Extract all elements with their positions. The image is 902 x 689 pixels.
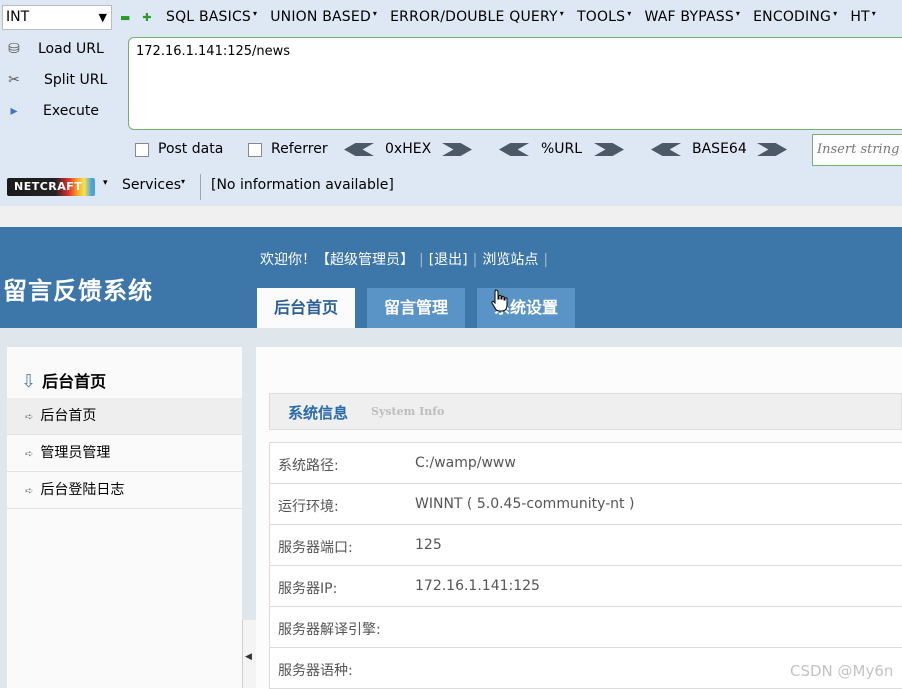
system-info-subtitle: System Info bbox=[371, 405, 445, 418]
row-label: 系统路径: bbox=[278, 458, 339, 474]
sidebar-item-admin-management[interactable]: ➪ 管理员管理 bbox=[7, 435, 242, 472]
collapse-left-icon: ◀ bbox=[245, 652, 252, 662]
sidebar-heading: ⇩ 后台首页 bbox=[21, 368, 106, 392]
link-divider: | bbox=[472, 252, 478, 268]
arrow-down-icon: ⇩ bbox=[21, 371, 37, 392]
row-label: 服务器语种: bbox=[278, 663, 353, 679]
netcraft-dropdown-icon[interactable]: ▾ bbox=[103, 178, 108, 188]
row-label: 服务器端口: bbox=[278, 540, 353, 556]
base64-encode-arrow-icon[interactable] bbox=[757, 143, 787, 156]
row-value: 172.16.1.141:125 bbox=[415, 578, 540, 594]
row-label: 运行环境: bbox=[278, 499, 339, 515]
sidebar-item-login-log[interactable]: ➪ 后台登陆日志 bbox=[7, 472, 242, 509]
row-label: 服务器IP: bbox=[278, 581, 338, 597]
hackbar-options-row: Post data Referrer 0xHEX %URL BASE64 bbox=[0, 138, 902, 164]
type-select-value: INT bbox=[6, 9, 30, 25]
admin-header: 留言反馈系统 欢迎你！【超级管理员】 | [退出] | 浏览站点 | 后台首页 留言管理 … bbox=[0, 227, 902, 328]
url-decode-arrow-icon[interactable] bbox=[499, 143, 529, 156]
sidebar-item-label: 后台登陆日志 bbox=[40, 482, 125, 498]
insert-string-placeholder: Insert string bbox=[817, 142, 900, 157]
netcraft-site-info: [No information available] bbox=[211, 177, 394, 193]
base64-label: BASE64 bbox=[692, 141, 747, 157]
menu-error-double-query[interactable]: ERROR/DOUBLE QUERY bbox=[390, 9, 564, 25]
sidebar-item-label: 管理员管理 bbox=[40, 445, 111, 461]
referrer-label: Referrer bbox=[271, 141, 328, 157]
netcraft-logo[interactable]: NETCRAFT bbox=[7, 178, 95, 196]
browse-site-link[interactable]: 浏览站点 bbox=[482, 249, 538, 269]
netcraft-services-menu[interactable]: Services▾ bbox=[122, 177, 185, 193]
table-row: 服务器端口: 125 bbox=[269, 525, 902, 566]
logout-link[interactable]: [退出] bbox=[429, 249, 468, 269]
link-divider: | bbox=[419, 252, 424, 268]
insert-string-input[interactable]: Insert string bbox=[812, 134, 902, 166]
tab-admin-home[interactable]: 后台首页 bbox=[257, 288, 355, 328]
table-row: 服务器IP: 172.16.1.141:125 bbox=[269, 566, 902, 607]
execute-label: Execute bbox=[43, 103, 99, 119]
scissors-icon: ✂ bbox=[8, 72, 20, 88]
system-title: 留言反馈系统 bbox=[3, 277, 153, 305]
sidebar-item-admin-home[interactable]: ➪ 后台首页 bbox=[7, 398, 242, 435]
menu-tools[interactable]: TOOLS bbox=[577, 9, 632, 25]
hackbar-menus: SQL BASICS UNION BASED ERROR/DOUBLE QUERY T… bbox=[166, 9, 889, 25]
hackbar-menu-row: INT ▼ ▬ ✚ SQL BASICS UNION BASED ERROR/DOU… bbox=[0, 0, 902, 36]
table-row: 系统路径: C:/wamp/www bbox=[269, 443, 902, 484]
row-value: C:/wamp/www bbox=[415, 455, 516, 471]
hex-decode-arrow-icon[interactable] bbox=[344, 143, 374, 156]
chevron-down-icon: ▼ bbox=[98, 11, 107, 24]
row-label: 服务器解译引擎: bbox=[278, 622, 381, 638]
menu-waf-bypass[interactable]: WAF BYPASS bbox=[644, 9, 740, 25]
sidebar-heading-label: 后台首页 bbox=[42, 372, 107, 391]
row-value: WINNT ( 5.0.45-community-nt ) bbox=[415, 496, 635, 512]
url-encoding-label: %URL bbox=[541, 141, 583, 157]
welcome-text: 欢迎你！【超级管理员】 bbox=[260, 252, 414, 268]
sidebar-item-label: 后台首页 bbox=[40, 408, 97, 424]
bullet-arrow-icon: ➪ bbox=[25, 449, 34, 460]
row-value: 125 bbox=[415, 537, 442, 553]
referrer-checkbox[interactable] bbox=[248, 143, 262, 157]
bullet-arrow-icon: ➪ bbox=[25, 486, 34, 497]
sidebar: ⇩ 后台首页 ➪ 后台首页 ➪ 管理员管理 ➪ 后台登陆日志 bbox=[7, 347, 242, 688]
table-row: 运行环境: WINNT ( 5.0.45-community-nt ) bbox=[269, 484, 902, 525]
split-url-label: Split URL bbox=[44, 72, 108, 88]
load-url-label: Load URL bbox=[38, 41, 104, 57]
watermark: CSDN @My6n bbox=[790, 662, 894, 680]
netcraft-services-label: Services bbox=[122, 177, 182, 193]
hackbar-toolbar: INT ▼ ▬ ✚ SQL BASICS UNION BASED ERROR/DOU… bbox=[0, 0, 902, 206]
play-icon: ▸ bbox=[10, 103, 18, 119]
system-info-header: 系统信息 System Info bbox=[269, 393, 902, 430]
hand-cursor-icon bbox=[491, 289, 508, 312]
tab-message-management[interactable]: 留言管理 bbox=[367, 288, 465, 328]
menu-union-based[interactable]: UNION BASED bbox=[270, 9, 377, 25]
post-data-label: Post data bbox=[158, 141, 224, 157]
plus-icon[interactable]: ✚ bbox=[142, 12, 152, 23]
link-divider: | bbox=[543, 252, 549, 268]
type-select[interactable]: INT ▼ bbox=[2, 5, 112, 30]
base64-decode-arrow-icon[interactable] bbox=[651, 143, 681, 156]
menu-sql-basics[interactable]: SQL BASICS bbox=[166, 9, 257, 25]
load-url-icon: ⛁ bbox=[8, 41, 20, 57]
hex-label: 0xHEX bbox=[385, 141, 432, 157]
menu-html[interactable]: HT bbox=[850, 9, 876, 25]
page-gap bbox=[0, 206, 902, 227]
url-textarea[interactable]: 172.16.1.141:125/news bbox=[128, 37, 902, 130]
table-row: 服务器解译引擎: bbox=[269, 607, 902, 648]
system-info-title: 系统信息 bbox=[288, 404, 349, 422]
toolbar-divider bbox=[200, 174, 201, 200]
minus-icon[interactable]: ▬ bbox=[120, 12, 130, 23]
chevron-down-icon: ▾ bbox=[181, 177, 186, 186]
system-info-table: 系统路径: C:/wamp/www 运行环境: WINNT ( 5.0.45-c… bbox=[269, 442, 902, 689]
menu-encoding[interactable]: ENCODING bbox=[753, 9, 837, 25]
hex-encode-arrow-icon[interactable] bbox=[442, 143, 472, 156]
main-panel: 系统信息 System Info 系统路径: C:/wamp/www 运行环境:… bbox=[256, 347, 902, 689]
url-value: 172.16.1.141:125/news bbox=[136, 44, 291, 59]
netcraft-toolbar: NETCRAFT ▾ Services▾ [No information ava… bbox=[0, 172, 902, 202]
url-encode-arrow-icon[interactable] bbox=[594, 143, 624, 156]
sidebar-collapse-handle[interactable]: ◀ bbox=[242, 620, 256, 688]
top-links: 欢迎你！【超级管理员】 | [退出] | 浏览站点 | bbox=[260, 249, 553, 269]
post-data-checkbox[interactable] bbox=[135, 143, 149, 157]
bullet-arrow-icon: ➪ bbox=[25, 412, 34, 423]
